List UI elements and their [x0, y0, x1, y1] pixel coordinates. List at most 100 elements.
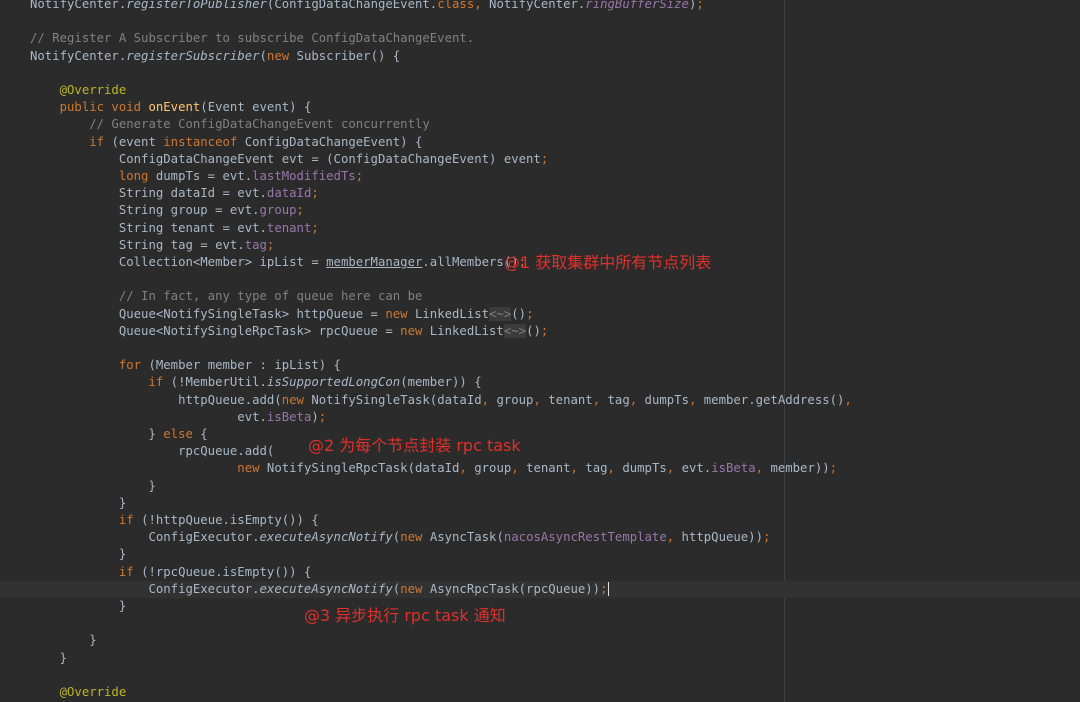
code-token: registerSubscriber — [126, 48, 260, 63]
code-token: ( — [259, 48, 267, 63]
code-token: , — [666, 461, 682, 476]
code-token: , — [844, 392, 852, 407]
code-token: ; — [296, 203, 304, 218]
code-token: ; — [266, 237, 275, 252]
code-token: ConfigExecutor. — [30, 581, 260, 596]
code-token: , — [629, 392, 645, 407]
code-token: isSupportedLongCon — [266, 375, 401, 390]
code-token: tag — [585, 461, 608, 476]
code-token: new — [30, 461, 267, 476]
code-token: ) — [311, 409, 319, 424]
code-token: memberManager — [326, 255, 423, 269]
code-token: // Generate ConfigDataChangeEvent concur… — [30, 117, 430, 132]
code-token: httpQueue.add( — [30, 392, 282, 407]
note-2-wrap-rpc-task: @2 为每个节点封装 rpc task — [308, 436, 521, 455]
code-line: NotifyCenter.registerToPublisher(ConfigD… — [0, 0, 1080, 13]
code-token: if — [30, 564, 142, 579]
code-token: ; — [600, 581, 608, 596]
code-token: , — [481, 392, 497, 407]
code-line: if (!MemberUtil.isSupportedLongCon(membe… — [0, 374, 1080, 391]
code-token: tag — [607, 392, 630, 407]
code-token: new — [385, 306, 415, 321]
code-token: new — [400, 323, 430, 338]
code-line: httpQueue.add(new NotifySingleTask(dataI… — [0, 392, 1080, 409]
code-token: lastModifiedTs — [252, 169, 356, 183]
code-token: } — [30, 547, 127, 562]
code-line: String tag = evt.tag; — [0, 237, 1080, 254]
code-line-current: ConfigExecutor.executeAsyncNotify(new As… — [0, 580, 1080, 598]
code-line: NotifyCenter.registerSubscriber(new Subs… — [0, 48, 1080, 65]
code-token: () — [526, 323, 541, 338]
code-token: (!MemberUtil. — [170, 375, 267, 390]
code-line: // Register A Subscriber to subscribe Co… — [0, 30, 1080, 47]
code-token: NotifyCenter. — [30, 48, 127, 63]
code-token: ; — [355, 169, 364, 183]
code-token: new — [400, 581, 430, 596]
code-token: Queue<NotifySingleTask> httpQueue = — [30, 306, 386, 321]
code-token: // Register A Subscriber to subscribe Co… — [30, 31, 475, 46]
code-token: tenant — [526, 461, 571, 476]
code-token: onEvent — [148, 100, 201, 115]
code-token: , — [607, 461, 623, 476]
code-token: member.getAddress() — [703, 392, 845, 407]
code-line: ConfigDataChangeEvent evt = (ConfigDataC… — [0, 151, 1080, 168]
code-token: if — [30, 134, 112, 149]
code-token: new — [281, 392, 312, 407]
code-token: ConfigDataChangeEvent evt = (ConfigDataC… — [30, 151, 541, 166]
code-token: NotifySingleTask(dataId — [311, 392, 482, 407]
code-token: <~> — [503, 323, 527, 338]
code-token: evt. — [30, 409, 267, 424]
code-line: Queue<NotifySingleRpcTask> rpcQueue = ne… — [0, 323, 1080, 340]
code-token: Queue<NotifySingleRpcTask> rpcQueue = — [30, 323, 401, 338]
code-line: ConfigExecutor.executeAsyncNotify(new As… — [0, 529, 1080, 546]
code-token: LinkedList — [429, 323, 504, 338]
code-token: String group = evt. — [30, 203, 260, 218]
code-line: } — [0, 632, 1080, 649]
code-token: dumpTs — [622, 461, 667, 476]
code-token: for — [30, 358, 149, 373]
code-token: (ConfigDataChangeEvent. — [266, 0, 438, 11]
code-token: } — [30, 495, 127, 510]
code-line: } — [0, 546, 1080, 563]
code-token: , — [459, 461, 475, 476]
code-token: ConfigDataChangeEvent) { — [244, 134, 423, 149]
code-token: , — [688, 392, 704, 407]
code-token: dataId — [266, 186, 312, 201]
code-token: (Member member : ipList) { — [148, 358, 341, 373]
code-token: Collection<Member> ipList = — [30, 255, 327, 269]
code-token: LinkedList — [415, 306, 490, 321]
code-token: executeAsyncNotify — [259, 530, 393, 545]
code-token: () — [511, 306, 527, 321]
code-token: group — [259, 203, 297, 218]
code-token: , — [533, 392, 549, 407]
code-token: (member)) { — [400, 375, 482, 390]
code-token: group — [496, 392, 534, 407]
code-token: ringBufferSize — [585, 0, 689, 11]
code-token: new — [266, 48, 297, 63]
code-line: new NotifySingleRpcTask(dataId, group, t… — [0, 460, 1080, 477]
code-line: if (!httpQueue.isEmpty()) { — [0, 512, 1080, 529]
code-line: Queue<NotifySingleTask> httpQueue = new … — [0, 306, 1080, 323]
code-token: ; — [311, 220, 319, 235]
code-line: for (Member member : ipList) { — [0, 357, 1080, 374]
note-1-get-cluster-members: @1 获取集群中所有节点列表 — [504, 253, 712, 272]
code-token: class — [437, 0, 475, 11]
code-token: ; — [318, 409, 327, 424]
code-token: , — [666, 530, 682, 545]
code-token: isBeta — [266, 409, 312, 424]
code-token: , — [511, 461, 527, 476]
code-token: @Override — [30, 685, 127, 699]
code-line: } — [0, 598, 1080, 615]
code-token: NotifyCenter. — [489, 0, 586, 11]
code-line: String tenant = evt.tenant; — [0, 220, 1080, 237]
code-token: ; — [829, 461, 838, 476]
code-token: tenant — [266, 220, 312, 235]
code-editor[interactable]: NotifyCenter.registerToPublisher(ConfigD… — [0, 0, 1080, 702]
code-line: public void onEvent(Event event) { — [0, 99, 1080, 116]
code-token: public void — [30, 100, 149, 115]
code-token: Subscriber() { — [296, 48, 401, 63]
